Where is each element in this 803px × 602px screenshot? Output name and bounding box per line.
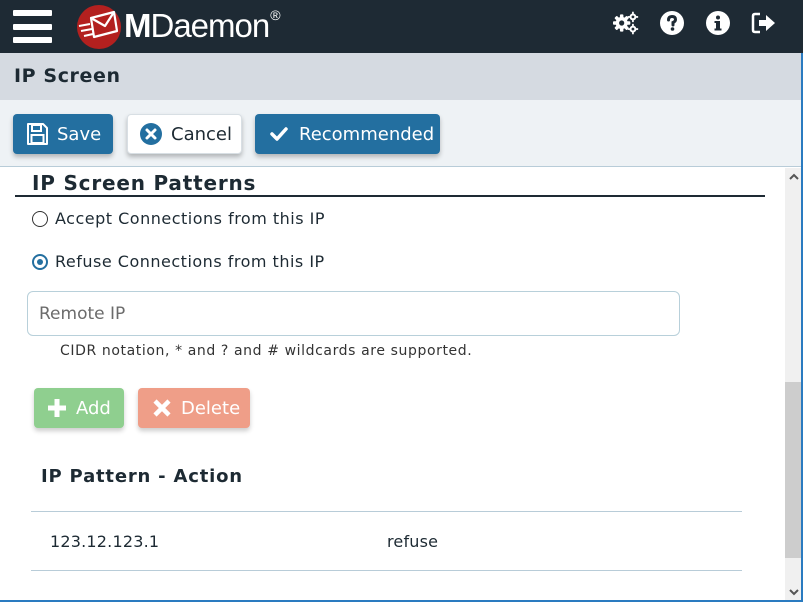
cancel-circle-icon [139,122,163,146]
recommended-label: Recommended [299,123,435,145]
brand-name-rest: Daemon [150,7,271,44]
mail-logo-icon [77,5,121,49]
table-header: IP Pattern - Action [41,466,243,487]
brand-name-bold: M [124,7,151,44]
brand-name: MDaemon [124,7,271,45]
page-header: IP Screen [0,53,803,100]
plus-icon [46,397,68,419]
add-label: Add [76,397,111,419]
vertical-scrollbar[interactable] [785,168,802,600]
radio-accept-label: Accept Connections from this IP [55,209,326,228]
table-row[interactable]: 123.12.123.1 refuse [31,512,742,570]
save-button[interactable]: Save [13,114,113,154]
action-cell: refuse [387,531,439,551]
wildcard-hint: CIDR notation, * and ? and # wildcards a… [60,343,473,359]
cancel-label: Cancel [171,123,232,145]
ip-pattern-cell: 123.12.123.1 [50,531,160,551]
registered-mark: ® [270,7,281,23]
mdaemon-logo: MDaemon ® [76,4,281,50]
page-title: IP Screen [14,65,121,87]
scroll-up-arrow-icon[interactable] [785,168,802,185]
x-icon [151,397,173,419]
content-panel: IP Screen Patterns Accept Connections fr… [0,168,785,600]
radio-refuse[interactable] [32,253,48,270]
toolbar: Save Cancel Recommended [0,100,803,167]
section-divider [15,195,765,197]
scroll-down-arrow-icon[interactable] [785,583,802,600]
checkmark-icon [267,122,291,146]
add-button[interactable]: Add [34,388,124,428]
settings-gears-icon[interactable] [613,10,639,36]
info-icon[interactable] [705,10,731,36]
scrollbar-thumb[interactable] [785,382,802,558]
floppy-disk-icon [25,122,49,146]
radio-accept[interactable] [32,210,48,227]
table-divider [31,570,742,571]
logout-icon[interactable] [751,10,777,36]
delete-button[interactable]: Delete [138,388,250,428]
radio-refuse-connections[interactable]: Refuse Connections from this IP [32,252,325,271]
recommended-button[interactable]: Recommended [255,114,440,154]
remote-ip-input[interactable] [27,291,680,336]
section-title: IP Screen Patterns [32,171,257,195]
save-label: Save [57,123,102,145]
top-bar: MDaemon ® [0,0,803,53]
cancel-button[interactable]: Cancel [127,114,242,154]
radio-accept-connections[interactable]: Accept Connections from this IP [32,209,325,228]
help-icon[interactable] [659,10,685,36]
menu-hamburger-icon[interactable] [13,10,53,44]
radio-refuse-label: Refuse Connections from this IP [55,252,325,271]
delete-label: Delete [181,397,241,419]
